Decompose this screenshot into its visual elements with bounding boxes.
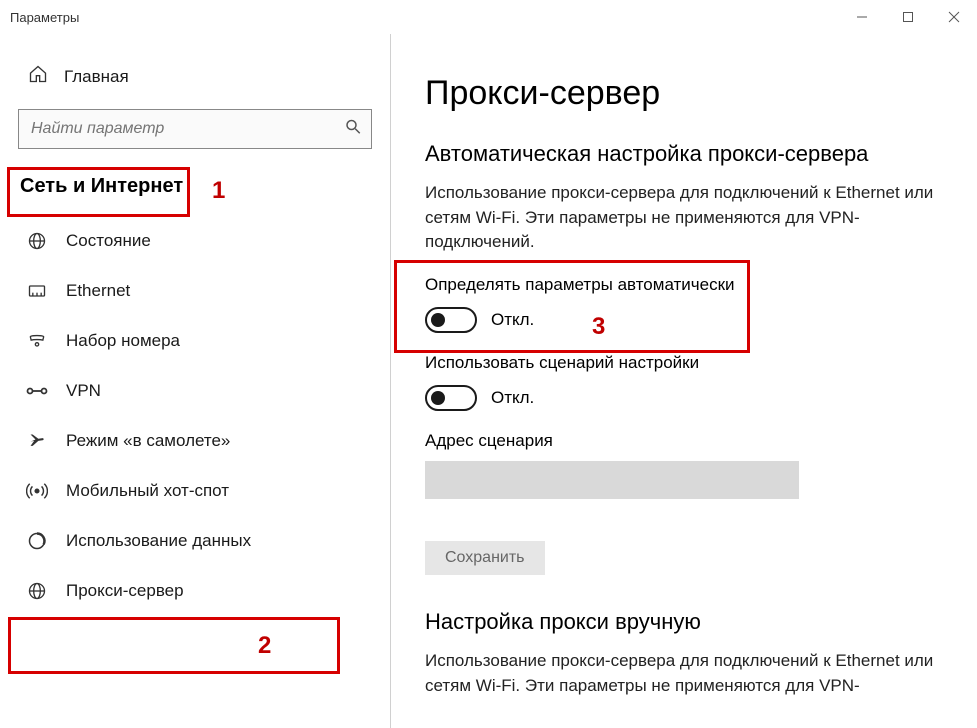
home-icon	[28, 64, 48, 89]
sidebar-nav: Состояние Ethernet Набор номера	[0, 216, 390, 616]
sidebar-item-data-usage[interactable]: Использование данных	[0, 516, 390, 566]
auto-detect-toggle[interactable]	[425, 307, 477, 333]
sidebar-item-status[interactable]: Состояние	[0, 216, 390, 266]
sidebar-home[interactable]: Главная	[0, 54, 390, 109]
sidebar-item-label: Использование данных	[66, 531, 251, 551]
script-address-block: Адрес сценария	[425, 431, 937, 499]
sidebar-item-label: Прокси-сервер	[66, 581, 184, 601]
auto-detect-label: Определять параметры автоматически	[425, 275, 937, 295]
sidebar-item-label: Ethernet	[66, 281, 130, 301]
maximize-button[interactable]	[885, 0, 931, 34]
window-title: Параметры	[10, 10, 79, 25]
search-icon	[344, 118, 362, 141]
data-usage-icon	[26, 530, 48, 552]
sidebar-item-label: VPN	[66, 381, 101, 401]
dialup-icon	[26, 330, 48, 352]
sidebar-item-airplane[interactable]: Режим «в самолете»	[0, 416, 390, 466]
sidebar-item-ethernet[interactable]: Ethernet	[0, 266, 390, 316]
sidebar-item-label: Состояние	[66, 231, 151, 251]
save-button[interactable]: Сохранить	[425, 541, 545, 575]
auto-description: Использование прокси-сервера для подключ…	[425, 181, 935, 255]
ethernet-icon	[26, 280, 48, 302]
manual-description: Использование прокси-сервера для подключ…	[425, 649, 935, 698]
close-button[interactable]	[931, 0, 977, 34]
setup-script-state: Откл.	[491, 388, 534, 408]
main-content: Прокси-сервер Автоматическая настройка п…	[391, 34, 977, 728]
airplane-icon	[26, 430, 48, 452]
auto-heading: Автоматическая настройка прокси-сервера	[425, 141, 937, 167]
sidebar-item-label: Мобильный хот-спот	[66, 481, 229, 501]
manual-heading: Настройка прокси вручную	[425, 609, 937, 635]
auto-detect-state: Откл.	[491, 310, 534, 330]
setup-script-label: Использовать сценарий настройки	[425, 353, 937, 373]
sidebar-item-label: Режим «в самолете»	[66, 431, 230, 451]
hotspot-icon	[26, 480, 48, 502]
script-address-input[interactable]	[425, 461, 799, 499]
sidebar-item-vpn[interactable]: VPN	[0, 366, 390, 416]
sidebar-item-proxy[interactable]: Прокси-сервер	[0, 566, 390, 616]
sidebar-item-label: Набор номера	[66, 331, 180, 351]
page-title: Прокси-сервер	[425, 74, 937, 113]
search-wrap	[18, 109, 372, 149]
sidebar-item-hotspot[interactable]: Мобильный хот-спот	[0, 466, 390, 516]
search-input[interactable]	[18, 109, 372, 149]
setup-script-toggle[interactable]	[425, 385, 477, 411]
vpn-icon	[26, 380, 48, 402]
auto-detect-block: Определять параметры автоматически Откл.	[425, 275, 937, 333]
proxy-icon	[26, 580, 48, 602]
setup-script-block: Использовать сценарий настройки Откл.	[425, 353, 937, 411]
sidebar: Главная Сеть и Интернет Состояние	[0, 34, 391, 728]
titlebar: Параметры	[0, 0, 977, 34]
globe-icon	[26, 230, 48, 252]
sidebar-home-label: Главная	[64, 67, 129, 87]
window-controls	[839, 0, 977, 34]
script-address-label: Адрес сценария	[425, 431, 937, 451]
sidebar-item-dialup[interactable]: Набор номера	[0, 316, 390, 366]
sidebar-section-heading: Сеть и Интернет	[0, 167, 390, 208]
minimize-button[interactable]	[839, 0, 885, 34]
